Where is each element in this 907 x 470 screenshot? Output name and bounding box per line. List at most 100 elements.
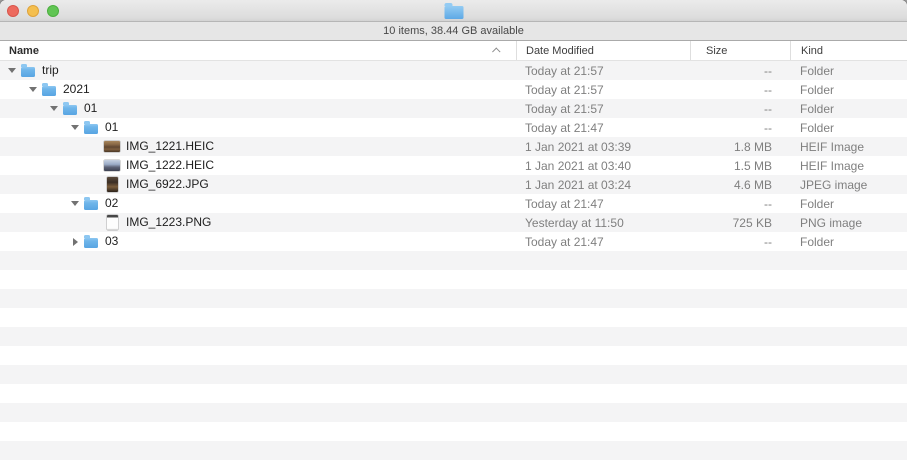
- table-row[interactable]: trip Today at 21:57 -- Folder: [0, 61, 907, 80]
- file-name-label: IMG_1221.HEIC: [126, 137, 214, 156]
- file-name-label: 02: [105, 194, 118, 213]
- name-cell: 01: [0, 99, 516, 118]
- finder-window: 10 items, 38.44 GB available Name Date M…: [0, 0, 907, 470]
- photo-thumbnail-icon: [107, 177, 118, 192]
- file-name-label: IMG_6922.JPG: [126, 175, 209, 194]
- date-modified-cell: Today at 21:47: [516, 235, 690, 249]
- file-name-label: 03: [105, 232, 118, 251]
- disclosure-triangle-icon[interactable]: [25, 82, 41, 98]
- column-header-name-label: Name: [9, 45, 39, 57]
- file-name-label: 2021: [63, 80, 90, 99]
- date-modified-cell: 1 Jan 2021 at 03:40: [516, 159, 690, 173]
- zoom-button[interactable]: [47, 5, 59, 17]
- column-header-row: Name Date Modified Size Kind: [0, 41, 907, 61]
- kind-cell: JPEG image: [790, 178, 907, 192]
- name-cell: trip: [0, 61, 516, 80]
- size-cell: --: [690, 197, 790, 211]
- close-button[interactable]: [7, 5, 19, 17]
- proxy-folder-icon[interactable]: [444, 6, 463, 19]
- table-row[interactable]: IMG_1222.HEIC 1 Jan 2021 at 03:40 1.5 MB…: [0, 156, 907, 175]
- size-cell: --: [690, 64, 790, 78]
- file-list: trip Today at 21:57 -- Folder 2021 Today…: [0, 61, 907, 469]
- photo-thumbnail-icon: [104, 160, 120, 171]
- window-controls: [7, 5, 59, 17]
- table-row[interactable]: IMG_6922.JPG 1 Jan 2021 at 03:24 4.6 MB …: [0, 175, 907, 194]
- kind-cell: Folder: [790, 235, 907, 249]
- folder-icon: [21, 67, 35, 77]
- file-name-label: IMG_1222.HEIC: [126, 156, 214, 175]
- size-cell: 725 KB: [690, 216, 790, 230]
- date-modified-cell: Today at 21:47: [516, 197, 690, 211]
- indent-spacer: [0, 89, 25, 90]
- kind-cell: Folder: [790, 102, 907, 116]
- date-modified-cell: Today at 21:57: [516, 64, 690, 78]
- sort-ascending-icon: [492, 47, 500, 55]
- kind-cell: PNG image: [790, 216, 907, 230]
- disclosure-triangle-icon[interactable]: [67, 196, 83, 212]
- column-header-size[interactable]: Size: [690, 41, 790, 60]
- no-disclosure-spacer: [88, 215, 104, 231]
- disclosure-triangle-icon[interactable]: [67, 234, 83, 250]
- kind-cell: Folder: [790, 197, 907, 211]
- title-bar[interactable]: [0, 0, 907, 22]
- status-text: 10 items, 38.44 GB available: [383, 25, 524, 37]
- file-name-label: trip: [42, 61, 59, 80]
- table-row[interactable]: 01 Today at 21:57 -- Folder: [0, 99, 907, 118]
- size-cell: --: [690, 83, 790, 97]
- name-cell: IMG_6922.JPG: [0, 175, 516, 194]
- table-row[interactable]: IMG_1223.PNG Yesterday at 11:50 725 KB P…: [0, 213, 907, 232]
- indent-spacer: [0, 146, 88, 147]
- indent-spacer: [0, 127, 67, 128]
- size-cell: --: [690, 235, 790, 249]
- folder-icon: [63, 105, 77, 115]
- no-disclosure-spacer: [88, 139, 104, 155]
- date-modified-cell: Today at 21:57: [516, 102, 690, 116]
- kind-cell: Folder: [790, 83, 907, 97]
- name-cell: IMG_1223.PNG: [0, 213, 516, 232]
- name-cell: 2021: [0, 80, 516, 99]
- folder-icon: [84, 238, 98, 248]
- column-header-kind[interactable]: Kind: [790, 41, 907, 60]
- table-row[interactable]: 03 Today at 21:47 -- Folder: [0, 232, 907, 251]
- kind-cell: Folder: [790, 121, 907, 135]
- column-header-date-label: Date Modified: [526, 45, 594, 57]
- table-row[interactable]: 02 Today at 21:47 -- Folder: [0, 194, 907, 213]
- size-cell: 1.8 MB: [690, 140, 790, 154]
- no-disclosure-spacer: [88, 177, 104, 193]
- folder-icon: [84, 200, 98, 210]
- indent-spacer: [0, 108, 46, 109]
- table-row[interactable]: IMG_1221.HEIC 1 Jan 2021 at 03:39 1.8 MB…: [0, 137, 907, 156]
- name-cell: 03: [0, 232, 516, 251]
- indent-spacer: [0, 165, 88, 166]
- size-cell: --: [690, 121, 790, 135]
- name-cell: IMG_1222.HEIC: [0, 156, 516, 175]
- date-modified-cell: Today at 21:47: [516, 121, 690, 135]
- status-bar: 10 items, 38.44 GB available: [0, 22, 907, 41]
- disclosure-triangle-icon[interactable]: [46, 101, 62, 117]
- indent-spacer: [0, 241, 67, 242]
- no-disclosure-spacer: [88, 158, 104, 174]
- minimize-button[interactable]: [27, 5, 39, 17]
- column-header-size-label: Size: [706, 45, 727, 57]
- folder-icon: [42, 86, 56, 96]
- indent-spacer: [0, 222, 88, 223]
- column-header-kind-label: Kind: [801, 45, 823, 57]
- name-cell: 02: [0, 194, 516, 213]
- table-row[interactable]: 01 Today at 21:47 -- Folder: [0, 118, 907, 137]
- disclosure-triangle-icon[interactable]: [67, 120, 83, 136]
- table-row[interactable]: 2021 Today at 21:57 -- Folder: [0, 80, 907, 99]
- folder-icon: [84, 124, 98, 134]
- kind-cell: HEIF Image: [790, 159, 907, 173]
- size-cell: 1.5 MB: [690, 159, 790, 173]
- date-modified-cell: 1 Jan 2021 at 03:24: [516, 178, 690, 192]
- date-modified-cell: Yesterday at 11:50: [516, 216, 690, 230]
- column-header-name[interactable]: Name: [0, 41, 516, 60]
- column-header-date-modified[interactable]: Date Modified: [516, 41, 690, 60]
- kind-cell: Folder: [790, 64, 907, 78]
- file-name-label: 01: [84, 99, 97, 118]
- date-modified-cell: Today at 21:57: [516, 83, 690, 97]
- file-name-label: IMG_1223.PNG: [126, 213, 211, 232]
- disclosure-triangle-icon[interactable]: [4, 63, 20, 79]
- file-name-label: 01: [105, 118, 118, 137]
- name-cell: IMG_1221.HEIC: [0, 137, 516, 156]
